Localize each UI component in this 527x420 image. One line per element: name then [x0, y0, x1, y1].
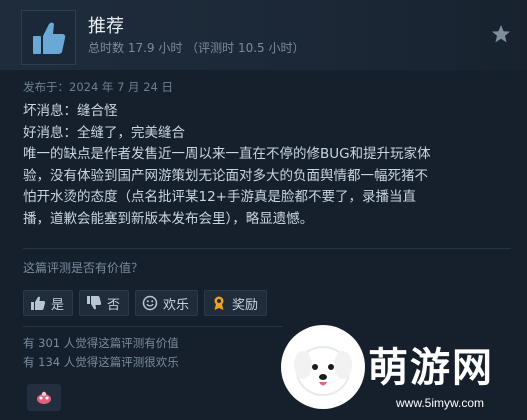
review-line: 验，没有体验到国产网游策划无论面对多大的负面舆情都一幅死猪不 [23, 167, 428, 184]
playtime-text: 总时数 17.9 小时 （评测时 10.5 小时） [88, 41, 305, 55]
vote-funny-label: 欢乐 [163, 297, 190, 313]
vote-yes-button[interactable]: 是 [23, 290, 74, 316]
watermark-logo [281, 325, 365, 409]
award-badge-icon [37, 391, 51, 404]
award-button[interactable]: 奖励 [204, 290, 268, 316]
review-line: 唯一的缺点是作者发售近一周以来一直在不停的修BUG和提升玩家体 [23, 146, 431, 162]
watermark-brand: 萌游网 [368, 345, 494, 391]
dog-mascot-icon [283, 327, 363, 407]
posted-date: 发布于：2024 年 7 月 24 日 [23, 80, 173, 94]
review-line: 怕开水烫的态度（点名批评某12+手游真是脸都不要了，录播当直 [23, 189, 416, 205]
award-icon [214, 296, 224, 310]
divider [23, 248, 511, 249]
helpful-question: 这篇评测是否有价值？ [23, 261, 144, 275]
award-label: 奖励 [232, 297, 259, 313]
thumbs-down-icon [87, 296, 102, 310]
vote-buttons: 是 否 欢乐 奖励 [23, 290, 268, 316]
vote-no-label: 否 [107, 297, 121, 313]
vote-yes-label: 是 [51, 297, 65, 313]
review-header: 推荐 总时数 17.9 小时 （评测时 10.5 小时） [0, 0, 527, 70]
star-icon[interactable] [491, 24, 511, 44]
review-line: 好消息：全缝了，完美缝合 [23, 124, 185, 141]
received-award[interactable] [27, 384, 61, 411]
thumbs-up-icon [31, 296, 46, 310]
review-body: 坏消息：缝合怪 好消息：全缝了，完美缝合 唯一的缺点是作者发售近一周以来一直在不… [23, 101, 520, 230]
vote-funny-button[interactable]: 欢乐 [135, 290, 199, 316]
watermark-url: www.5imyw.com [396, 396, 485, 410]
vote-no-button[interactable]: 否 [79, 290, 130, 316]
review-line: 播，道歉会能塞到新版本发布会里），略显遗憾。 [23, 210, 314, 227]
helpful-count: 有 301 人觉得这篇评测有价值 [23, 336, 179, 350]
thumbs-up-icon [32, 22, 65, 54]
funny-count: 有 134 人觉得这篇评测很欢乐 [23, 355, 179, 369]
verdict-thumb-box [21, 10, 76, 65]
divider [23, 326, 283, 327]
review-verdict: 推荐 [88, 16, 124, 37]
review-line: 坏消息：缝合怪 [23, 103, 118, 119]
smiley-icon [142, 295, 158, 311]
